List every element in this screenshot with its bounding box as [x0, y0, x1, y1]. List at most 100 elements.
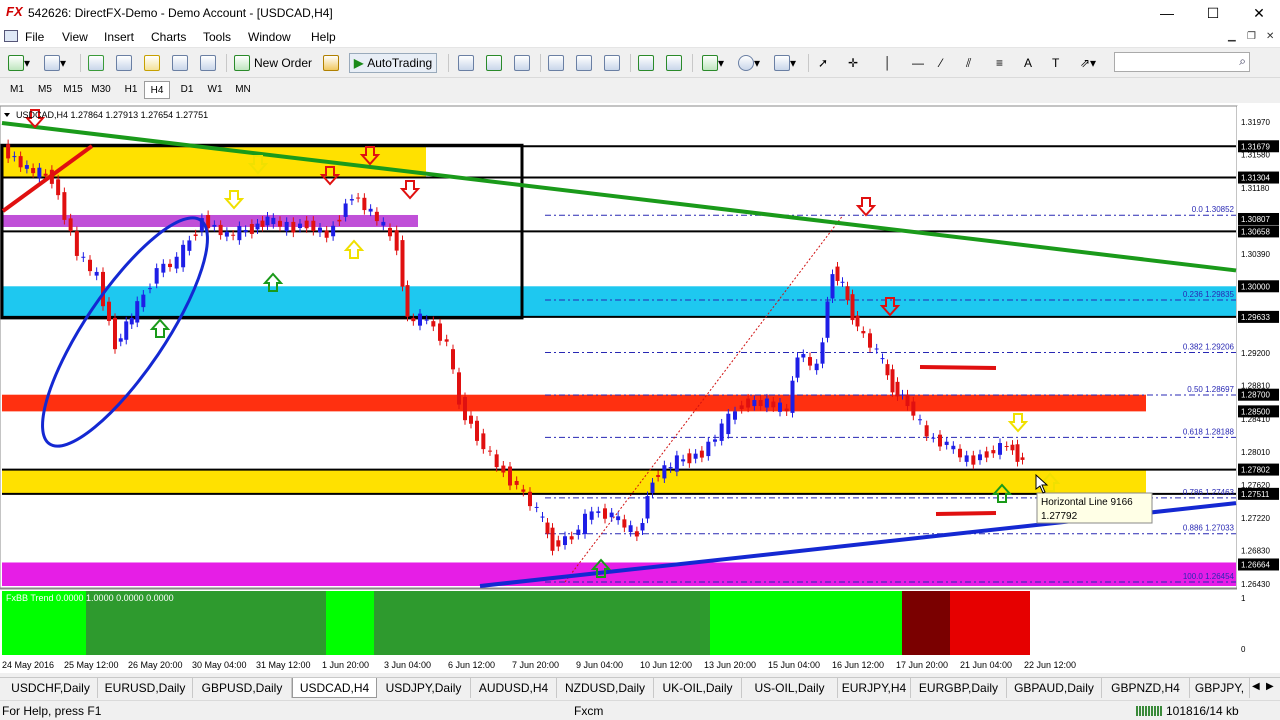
chart-tab[interactable]: GBPNZD,H4 [1102, 678, 1190, 698]
arrows-icon[interactable]: ⇗▾ [1080, 53, 1096, 73]
minimize-button[interactable]: — [1144, 0, 1190, 26]
new-chart-icon[interactable]: ▾ [8, 53, 30, 73]
terminal-icon[interactable] [172, 53, 188, 73]
tile-windows-icon[interactable] [604, 53, 620, 73]
candlestick-icon[interactable] [486, 53, 502, 73]
cursor-icon[interactable]: ➚ [818, 53, 828, 73]
chart-tab[interactable]: USDCAD,H4 [292, 678, 377, 698]
candle-body [298, 223, 302, 229]
mdi-close-icon[interactable]: ✕ [1266, 31, 1274, 42]
timeframe-d1[interactable]: D1 [174, 81, 200, 99]
metaeditor-icon[interactable] [323, 53, 339, 73]
mdi-restore-icon[interactable]: ❐ [1247, 31, 1256, 42]
timeframe-m15[interactable]: M15 [60, 81, 86, 99]
maximize-button[interactable]: ☐ [1190, 0, 1236, 26]
candle-body [400, 240, 405, 287]
price-label: 1.30000 [1241, 282, 1270, 291]
date-label: 1 Jun 20:00 [322, 660, 369, 670]
indicators-icon[interactable]: ▾ [702, 53, 724, 73]
candle-body [687, 453, 692, 464]
crosshair-tool-icon[interactable]: ✛ [848, 53, 858, 73]
periods-icon[interactable]: ▾ [738, 53, 760, 73]
menu-tools[interactable]: Tools [203, 30, 231, 44]
menu-window[interactable]: Window [248, 30, 291, 44]
close-button[interactable]: ✕ [1236, 0, 1280, 26]
market-watch-icon[interactable] [88, 53, 104, 73]
date-label: 16 Jun 12:00 [832, 660, 884, 670]
timeframe-m1[interactable]: M1 [4, 81, 30, 99]
tab-scroll-right-icon[interactable]: ▶ [1266, 681, 1274, 692]
fibonacci-icon[interactable]: ≡ [996, 53, 1003, 73]
zoom-in-icon[interactable] [548, 53, 564, 73]
search-input[interactable]: ⌕ [1114, 52, 1250, 72]
price-label: 1.28700 [1241, 391, 1270, 400]
candle-body [764, 398, 769, 408]
candle-body [411, 318, 416, 322]
navigator-icon[interactable] [144, 53, 160, 73]
menu-help[interactable]: Help [311, 30, 336, 44]
timeframe-w1[interactable]: W1 [202, 81, 228, 99]
indicator-label: FxBB Trend 0.0000 1.0000 0.0000 0.0000 [6, 593, 174, 603]
candle-body [260, 220, 265, 227]
chart-window-icon[interactable] [4, 30, 18, 42]
text-tool-icon[interactable]: A [1024, 53, 1032, 73]
candle-body [304, 220, 309, 229]
candle-body [237, 226, 242, 241]
bar-chart-icon[interactable] [458, 53, 474, 73]
trendline-icon[interactable]: ⁄ [940, 53, 942, 73]
menu-view[interactable]: View [62, 30, 88, 44]
chart-tab[interactable]: EURJPY,H4 [838, 678, 911, 698]
candle-body [563, 536, 567, 546]
date-label: 24 May 2016 [2, 660, 54, 670]
horizontal-line-icon[interactable]: — [912, 53, 924, 73]
new-order-button[interactable]: New Order [234, 53, 312, 73]
candle-body [118, 338, 123, 342]
date-label: 26 May 20:00 [128, 660, 183, 670]
templates-icon[interactable]: ▾ [774, 53, 796, 73]
chart-tab[interactable]: EURUSD,Daily [98, 678, 193, 698]
autoscroll-icon[interactable] [638, 53, 654, 73]
tab-scroll-left-icon[interactable]: ◀ [1252, 681, 1260, 692]
vertical-line-icon[interactable]: │ [884, 53, 892, 73]
zone-red [2, 394, 1146, 412]
price-chart[interactable]: 0.0 1.30852 0.236 1.29835 0.382 1.29206 0.5… [0, 103, 1280, 673]
menu-file[interactable]: File [25, 30, 44, 44]
chart-tab[interactable]: US-OIL,Daily [742, 678, 838, 698]
candle-body [107, 301, 111, 321]
candle-body [534, 506, 539, 508]
chart-tab[interactable]: AUDUSD,H4 [471, 678, 557, 698]
candle-body [645, 496, 650, 519]
strategy-tester-icon[interactable] [200, 53, 216, 73]
timeframe-mn[interactable]: MN [230, 81, 256, 99]
timeframe-h1[interactable]: H1 [118, 81, 144, 99]
crosshair-icon[interactable] [116, 53, 132, 73]
equidistant-channel-icon[interactable]: ⫽ [966, 53, 971, 73]
autotrading-button[interactable]: ▶ AutoTrading [349, 53, 438, 73]
chart-shift-icon[interactable] [666, 53, 682, 73]
chart-tab[interactable]: USDCHF,Daily [4, 678, 98, 698]
profiles-icon[interactable]: ▾ [44, 53, 66, 73]
candle-body [88, 259, 92, 272]
chart-tab[interactable]: GBPJPY, [1190, 678, 1250, 698]
chart-tab[interactable]: GBPAUD,Daily [1007, 678, 1102, 698]
menu-charts[interactable]: Charts [151, 30, 186, 44]
price-label: 1.28010 [1241, 448, 1270, 457]
timeframe-h4[interactable]: H4 [144, 81, 170, 99]
line-chart-icon[interactable] [514, 53, 530, 73]
chart-tab[interactable]: NZDUSD,Daily [557, 678, 654, 698]
candle-body [481, 433, 486, 450]
timeframe-m30[interactable]: M30 [88, 81, 114, 99]
fib-level-label: 100.0 1.26454 [1183, 572, 1235, 581]
chart-tab[interactable]: UK-OIL,Daily [654, 678, 742, 698]
search-icon[interactable]: ⌕ [1239, 54, 1246, 69]
mdi-minimize-icon[interactable]: ▁ [1228, 31, 1236, 42]
chart-tab[interactable]: EURGBP,Daily [911, 678, 1007, 698]
chart-tab[interactable]: USDJPY,Daily [377, 678, 471, 698]
zoom-out-icon[interactable] [576, 53, 592, 73]
candle-body [431, 321, 436, 327]
text-label-icon[interactable]: T [1052, 53, 1059, 73]
chart-tab[interactable]: GBPUSD,Daily [193, 678, 292, 698]
candle-body [861, 330, 866, 334]
menu-insert[interactable]: Insert [104, 30, 134, 44]
timeframe-m5[interactable]: M5 [32, 81, 58, 99]
